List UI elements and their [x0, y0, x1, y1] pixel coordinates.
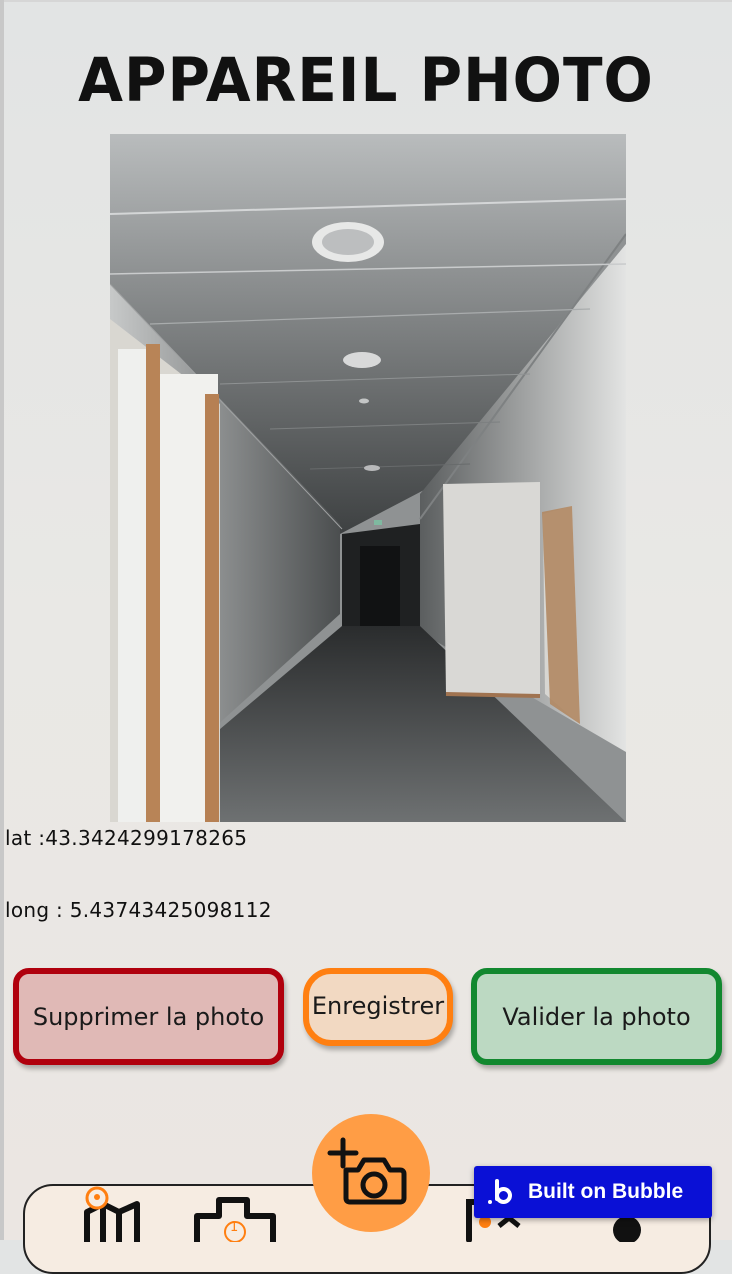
camera-add-icon — [327, 1137, 407, 1205]
delete-photo-button[interactable]: Supprimer la photo — [13, 968, 284, 1065]
window-left-edge — [0, 0, 4, 1240]
building-count-badge: 1 — [230, 1220, 239, 1235]
map-pin-icon[interactable] — [81, 1186, 149, 1255]
camera-fab-button[interactable] — [312, 1114, 430, 1232]
save-button[interactable]: Enregistrer — [303, 968, 453, 1046]
validate-photo-button[interactable]: Valider la photo — [471, 968, 722, 1065]
page-title: APPAREIL PHOTO — [78, 44, 654, 116]
bubble-logo-icon — [488, 1179, 512, 1204]
building-count-icon[interactable]: 1 — [191, 1196, 281, 1246]
bubble-badge-label: Built on Bubble — [528, 1180, 684, 1203]
built-on-bubble-badge[interactable]: Built on Bubble — [474, 1166, 712, 1218]
longitude-text: long : 5.43743425098112 — [5, 898, 272, 922]
latitude-text: lat :43.3424299178265 — [5, 826, 248, 850]
captured-photo — [110, 134, 626, 822]
window-top-edge — [0, 0, 732, 2]
